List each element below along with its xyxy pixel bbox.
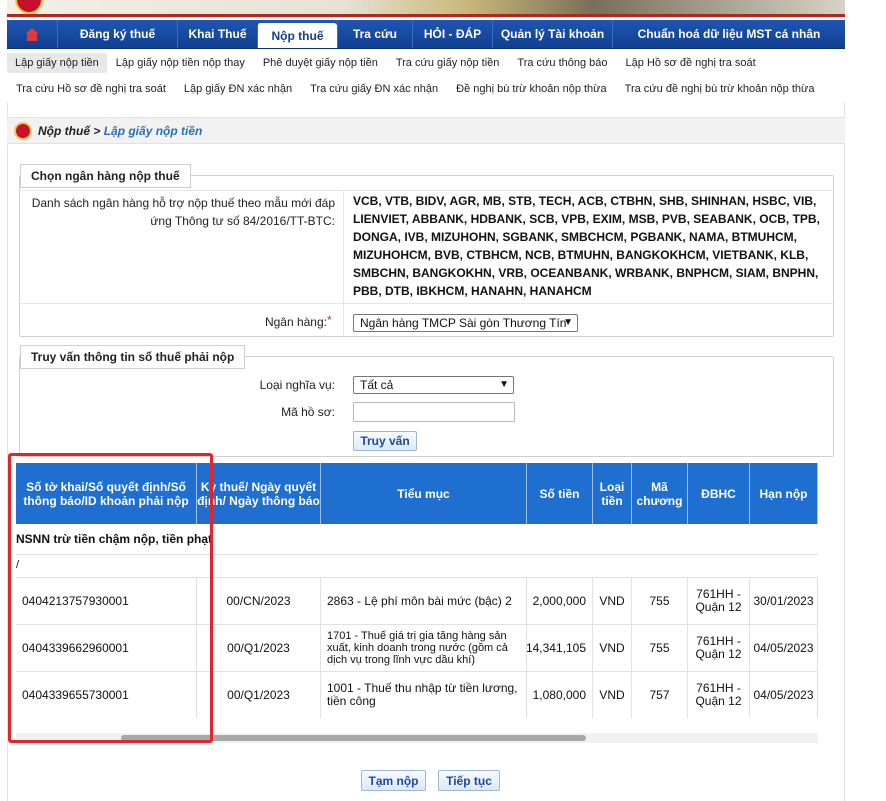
divider	[20, 303, 833, 304]
cell-currency: VND	[593, 625, 632, 671]
nav-chuan-hoa-mst[interactable]: Chuẩn hoá dữ liệu MST cá nhân	[612, 20, 845, 48]
annotation-highlight-box	[8, 453, 213, 743]
type-select-value: Tất cả	[360, 378, 394, 392]
required-mark: *	[327, 313, 332, 327]
breadcrumb-parent[interactable]: Nộp thuế	[38, 124, 90, 138]
subnav-tra-cuu-giay-nop-tien[interactable]: Tra cứu giấy nộp tiền	[387, 57, 509, 69]
cell-period: 00/Q1/2023	[197, 625, 321, 671]
bank-list: VCB, VTB, BIDV, AGR, MB, STB, TECH, ACB,…	[353, 194, 820, 298]
site-banner	[7, 0, 845, 17]
main-nav: Đăng ký thuế Khai Thuế Nộp thuế Tra cứu …	[7, 20, 845, 49]
record-input[interactable]	[353, 402, 515, 422]
nav-tra-cuu[interactable]: Tra cứu	[337, 20, 412, 48]
breadcrumb: Nộp thuế > Lập giấy nộp tiền	[7, 117, 845, 144]
cell-period: 00/CN/2023	[197, 578, 321, 624]
breadcrumb-current: Lập giấy nộp tiền	[103, 123, 203, 138]
bank-select-value: Ngân hàng TMCP Sài gòn Thương Tín	[360, 316, 567, 330]
cell-due: 30/01/2023	[750, 578, 818, 624]
sub-nav-row-2: Tra cứu Hồ sơ đề nghị tra soát Lập giấy …	[7, 76, 824, 102]
chevron-down-icon: ▼	[563, 317, 573, 328]
record-label: Mã hồ sơ:	[281, 405, 335, 419]
nav-nop-thue[interactable]: Nộp thuế	[257, 23, 337, 48]
cell-chapter: 755	[632, 625, 688, 671]
cell-due: 04/05/2023	[750, 672, 818, 718]
cell-chapter: 755	[632, 578, 688, 624]
continue-button[interactable]: Tiếp tục	[438, 770, 500, 791]
bank-label: Ngân hàng:	[264, 315, 327, 329]
home-icon	[25, 27, 39, 41]
bank-legend: Chọn ngân hàng nộp thuế	[20, 164, 191, 188]
bank-select[interactable]: Ngân hàng TMCP Sài gòn Thương Tín ▼	[353, 314, 578, 332]
page: Đăng ký thuế Khai Thuế Nộp thuế Tra cứu …	[0, 0, 886, 801]
nav-quan-ly-tai-khoan[interactable]: Quản lý Tài khoản	[492, 20, 612, 48]
cell-period: 00/Q1/2023	[197, 672, 321, 718]
col-header-amount[interactable]: Số tiền	[527, 463, 593, 524]
breadcrumb-separator: >	[90, 123, 104, 138]
cell-item: 1001 - Thuế thu nhập từ tiền lương, tiền…	[321, 672, 527, 718]
cell-amount: 14,341,105	[526, 625, 593, 671]
cell-amount: 2,000,000	[527, 578, 593, 624]
bank-list-label: Danh sách ngân hàng hỗ trợ nộp thuế theo…	[31, 196, 335, 228]
subnav-phe-duyet[interactable]: Phê duyệt giấy nộp tiền	[254, 57, 387, 69]
sub-nav-row-1: Lập giấy nộp tiền Lập giấy nộp tiền nộp …	[7, 50, 765, 76]
cell-area: 761HH - Quận 12	[688, 578, 750, 624]
cell-item: 1701 - Thuế giá trị gia tăng hàng sản xu…	[321, 625, 527, 671]
type-select[interactable]: Tất cả ▼	[353, 376, 514, 394]
cell-amount: 1,080,000	[527, 672, 593, 718]
subnav-lap-giay-nop-tien[interactable]: Lập giấy nộp tiền	[7, 53, 107, 73]
subnav-tra-cuu-de-nghi-bu-tru[interactable]: Tra cứu đề nghị bù trừ khoản nộp thừa	[616, 83, 824, 95]
type-label: Loại nghĩa vụ:	[259, 378, 335, 392]
nav-hoi-dap[interactable]: HỎI - ĐÁP	[412, 20, 492, 48]
col-header-area[interactable]: ĐBHC	[688, 463, 750, 524]
col-header-item[interactable]: Tiểu mục	[321, 463, 527, 524]
nav-khai-thue[interactable]: Khai Thuế	[177, 20, 257, 48]
nav-dang-ky-thue[interactable]: Đăng ký thuế	[57, 20, 177, 48]
emblem-icon	[14, 121, 32, 140]
subnav-tra-cuu-giay-dn-xac-nhan[interactable]: Tra cứu giấy ĐN xác nhận	[301, 83, 447, 95]
cell-due: 04/05/2023	[750, 625, 818, 671]
subnav-tra-cuu-ho-so-tra-soat[interactable]: Tra cứu Hồ sơ đề nghị tra soát	[7, 83, 175, 95]
cell-item: 2863 - Lệ phí môn bài mức (bậc) 2	[321, 578, 527, 624]
cell-area: 761HH - Quận 12	[688, 672, 750, 718]
emblem-logo	[15, 0, 43, 14]
cell-currency: VND	[593, 672, 632, 718]
col-header-currency[interactable]: Loại tiền	[593, 463, 632, 524]
divider	[20, 190, 833, 191]
home-button[interactable]	[7, 20, 57, 48]
divider	[343, 190, 344, 336]
chevron-down-icon: ▼	[499, 379, 509, 390]
col-header-period[interactable]: Kỳ thuế/ Ngày quyết định/ Ngày thông báo	[197, 463, 321, 524]
query-button[interactable]: Truy vấn	[353, 431, 417, 451]
subnav-de-nghi-bu-tru[interactable]: Đề nghị bù trừ khoản nộp thừa	[447, 83, 616, 95]
subnav-lap-giay-nop-thay[interactable]: Lập giấy nộp tiền nộp thay	[107, 57, 254, 69]
query-legend: Truy vấn thông tin số thuế phải nộp	[20, 345, 246, 369]
sub-nav: Lập giấy nộp tiền Lập giấy nộp tiền nộp …	[7, 50, 845, 102]
col-header-chapter[interactable]: Mã chương	[632, 463, 688, 524]
subnav-tra-cuu-thong-bao[interactable]: Tra cứu thông báo	[508, 57, 616, 69]
cell-area: 761HH - Quận 12	[688, 625, 750, 671]
col-header-due[interactable]: Hạn nộp	[750, 463, 818, 524]
save-draft-button[interactable]: Tạm nộp	[361, 770, 426, 791]
subnav-lap-giay-dn-xac-nhan[interactable]: Lập giấy ĐN xác nhận	[175, 83, 301, 95]
subnav-lap-ho-so-tra-soat[interactable]: Lập Hồ sơ đề nghị tra soát	[617, 57, 765, 69]
cell-currency: VND	[593, 578, 632, 624]
cell-chapter: 757	[632, 672, 688, 718]
